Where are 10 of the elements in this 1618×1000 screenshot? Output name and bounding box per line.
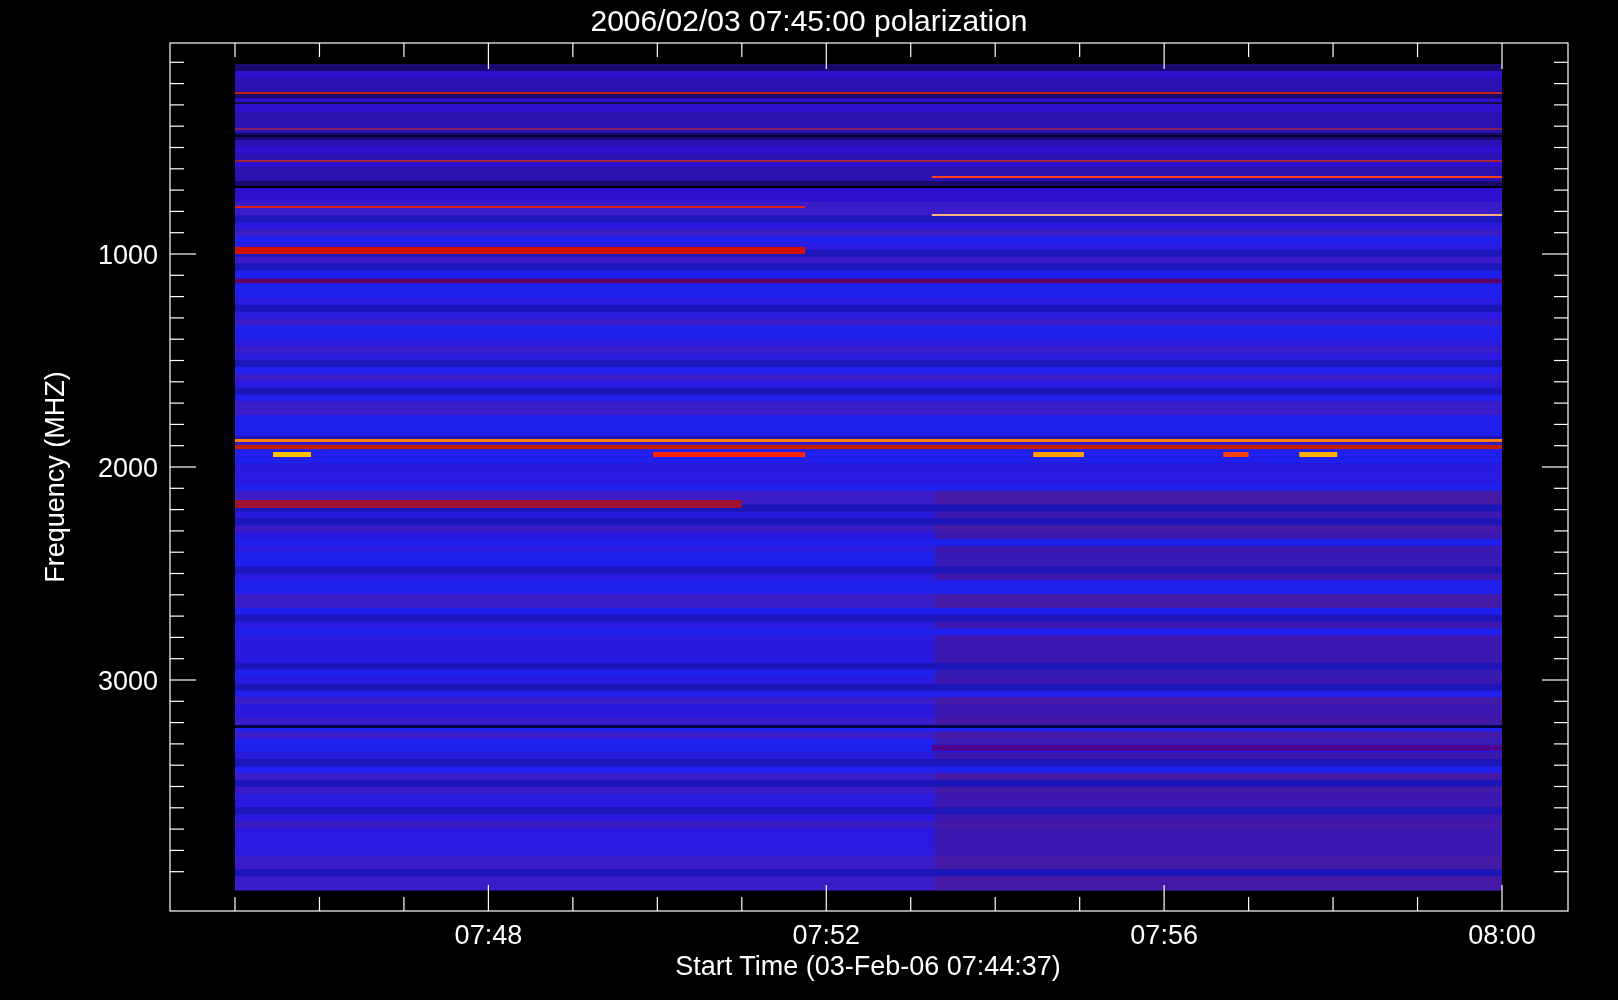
x-tick-label: 08:00 (1468, 920, 1536, 950)
y-tick-label: 1000 (97, 240, 158, 270)
x-tick-label: 07:48 (454, 920, 523, 950)
x-tick-label: 07:56 (1130, 920, 1198, 950)
x-tick-label: 07:52 (792, 920, 861, 950)
y-axis-label: Frequency (MHZ) (40, 371, 70, 583)
y-tick-label: 2000 (97, 453, 158, 483)
y-tick-label: 3000 (97, 666, 158, 696)
x-axis-label: Start Time (03-Feb-06 07:44:37) (675, 951, 1061, 981)
plot-title: 2006/02/03 07:45:00 polarization (590, 4, 1028, 37)
